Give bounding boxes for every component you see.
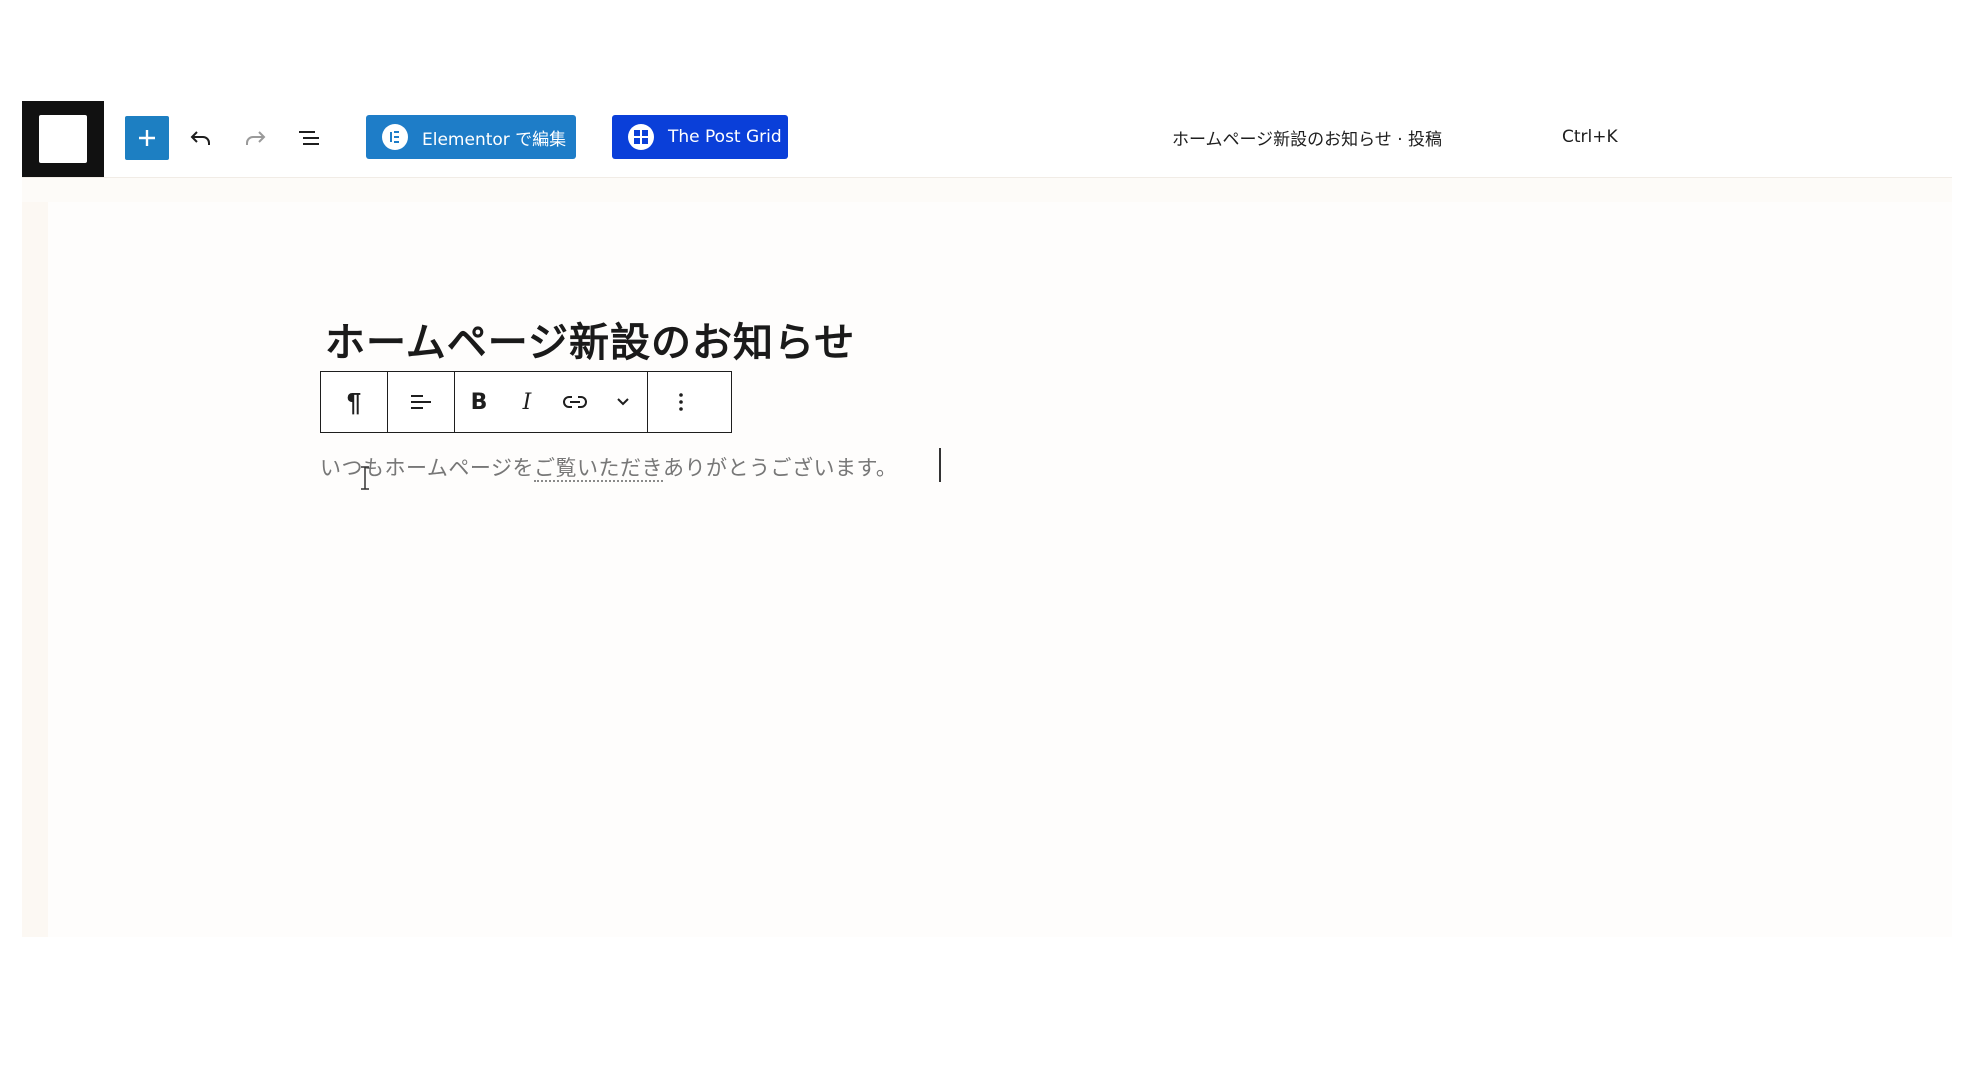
- elementor-button-label: Elementor で編集: [422, 129, 567, 150]
- elementor-icon: [382, 124, 408, 150]
- redo-icon: [246, 131, 266, 145]
- paragraph-icon: ¶: [346, 386, 362, 417]
- canvas-left-edge: [22, 202, 48, 937]
- spellcheck-underlined-text: ご覧いただき: [533, 456, 663, 482]
- document-title-bar[interactable]: ホームページ新設のお知らせ · 投稿: [1172, 125, 1442, 150]
- site-logo-button[interactable]: [22, 101, 104, 177]
- paragraph-block[interactable]: いつもホームページをご覧いただきありがとうございます。: [320, 452, 897, 482]
- format-group: B I: [455, 372, 648, 432]
- editor-header: Elementor で編集 The Post Grid ホームページ新設のお知ら…: [22, 101, 1952, 178]
- edit-with-elementor-button[interactable]: Elementor で編集: [366, 115, 576, 159]
- post-grid-button-label: The Post Grid: [668, 127, 782, 147]
- add-block-button[interactable]: [125, 116, 169, 160]
- paragraph-text-end: ありがとうございます。: [662, 456, 898, 480]
- more-vertical-icon: [679, 393, 683, 411]
- italic-icon: I: [522, 389, 532, 415]
- paragraph-text-start: いつもホームページを: [320, 456, 534, 480]
- align-text-button[interactable]: [388, 372, 454, 432]
- command-palette-shortcut: Ctrl+K: [1562, 127, 1618, 147]
- block-type-group: ¶: [321, 372, 388, 432]
- canvas-top-strip: [22, 178, 1952, 202]
- link-button[interactable]: [551, 372, 599, 432]
- text-cursor-icon: [361, 466, 369, 490]
- bold-icon: B: [470, 389, 488, 415]
- paragraph-block-button[interactable]: ¶: [321, 372, 387, 432]
- chevron-down-icon: [617, 398, 629, 406]
- alignment-group: [388, 372, 455, 432]
- align-left-icon: [411, 395, 431, 409]
- link-icon: [563, 396, 587, 408]
- block-toolbar: ¶ B I: [320, 371, 732, 433]
- text-caret: [939, 448, 941, 482]
- bold-button[interactable]: B: [455, 372, 503, 432]
- options-group: [648, 372, 714, 432]
- editor-canvas[interactable]: [22, 202, 1952, 937]
- undo-button[interactable]: [179, 116, 223, 160]
- undo-icon: [190, 131, 210, 145]
- document-overview-button[interactable]: [287, 116, 331, 160]
- plus-icon: [139, 130, 155, 146]
- block-options-button[interactable]: [648, 372, 714, 432]
- italic-button[interactable]: I: [503, 372, 551, 432]
- site-icon: [39, 115, 87, 163]
- more-formats-button[interactable]: [599, 372, 647, 432]
- the-post-grid-button[interactable]: The Post Grid: [612, 115, 788, 159]
- post-title[interactable]: ホームページ新設のお知らせ: [325, 310, 855, 368]
- list-view-icon: [299, 131, 319, 145]
- redo-button[interactable]: [233, 116, 277, 160]
- post-grid-icon: [628, 124, 654, 150]
